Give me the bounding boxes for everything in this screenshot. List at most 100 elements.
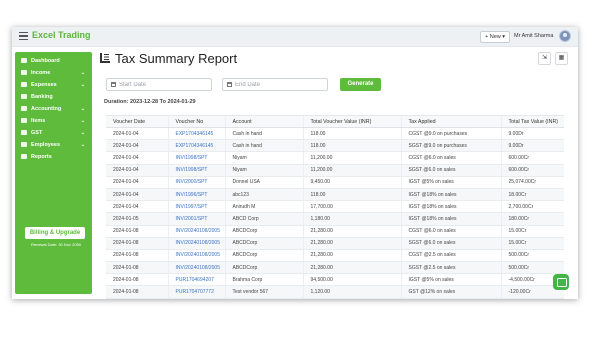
voucher-link[interactable]: INV/20240108/2005 xyxy=(167,237,225,250)
dashboard-icon xyxy=(21,58,27,64)
sidebar-item-dashboard[interactable]: Dashboard xyxy=(21,57,91,66)
voucher-link[interactable]: INV/1998/SPT xyxy=(167,164,225,177)
table-cell: CGST @6.0 on sales xyxy=(400,225,501,238)
table-cell: 118.00 xyxy=(302,188,401,202)
start-date-field[interactable] xyxy=(106,78,212,91)
voucher-link[interactable]: INV/1998/SPT xyxy=(167,151,225,165)
voucher-link[interactable]: INV/2001/SPT xyxy=(167,212,225,226)
new-button[interactable]: + New ▾ xyxy=(480,31,511,43)
table-cell: 2024-01-08 xyxy=(106,273,168,287)
income-icon xyxy=(21,70,27,76)
table-cell: 94,500.00 xyxy=(302,273,401,287)
end-date-field[interactable] xyxy=(222,78,328,91)
chevron-down-icon: ⌄ xyxy=(80,70,85,76)
voucher-link[interactable]: EXP1704346145 xyxy=(167,127,225,141)
table-cell: Cash in hand xyxy=(224,127,303,141)
table-cell: Niyam xyxy=(224,164,303,177)
billing-upgrade-button[interactable]: Billing & Upgrade xyxy=(25,227,85,239)
chevron-down-icon: ⌄ xyxy=(80,106,85,112)
table-cell: 2024-01-04 xyxy=(106,200,168,214)
table-cell: 21,280.00 xyxy=(302,237,401,250)
spreadsheet-icon[interactable]: ▦ xyxy=(555,52,568,65)
table-cell: Donnel USA xyxy=(224,176,303,189)
voucher-link[interactable]: INV/20240108/2005 xyxy=(167,261,225,275)
voucher-link[interactable]: INV/20240108/2005 xyxy=(167,225,225,238)
reports-icon xyxy=(21,154,27,160)
gst-icon xyxy=(21,130,27,136)
voucher-link[interactable]: INV/2000/SPT xyxy=(167,176,225,189)
column-header[interactable]: Total Voucher Value (INR) xyxy=(302,115,401,128)
column-header[interactable]: Voucher No xyxy=(167,115,225,128)
menu-icon[interactable] xyxy=(19,32,28,40)
table-cell: 9,450.00 xyxy=(302,176,401,189)
table-cell: 21,280.00 xyxy=(302,261,401,275)
app-window: Excel Trading + New ▾ Mr Amit Sharma Das… xyxy=(12,27,578,299)
voucher-link[interactable]: PUR1704694207 xyxy=(167,273,225,287)
bank-icon xyxy=(21,94,27,100)
voucher-link[interactable]: INV/20240108/2005 xyxy=(167,249,225,263)
calendar-icon xyxy=(227,82,232,87)
table-cell: ABCD Corp xyxy=(224,212,303,226)
voucher-link[interactable]: INV/1996/SPT xyxy=(167,188,225,202)
user-name[interactable]: Mr Amit Sharma xyxy=(514,33,553,39)
sidebar-item-expenses[interactable]: Expenses ⌄ xyxy=(21,81,91,90)
voucher-link[interactable]: EXP1704346145 xyxy=(167,139,225,153)
sidebar-item-banking[interactable]: Banking xyxy=(21,93,91,102)
table-cell: Brahma Corp xyxy=(224,273,303,287)
sidebar-item-accounting[interactable]: Accounting ⌄ xyxy=(21,105,91,114)
table-row: 2024-01-08 PUR1704707772 Test vendor 567 1,… xyxy=(106,285,564,299)
table-row: 2024-01-04 EXP1704346145 Cash in hand 118.0… xyxy=(106,127,564,141)
table-cell: 9.00Dr xyxy=(500,139,564,153)
sidebar-item-reports[interactable]: Reports xyxy=(21,153,91,162)
table-cell: 1,180.00 xyxy=(302,212,401,226)
sidebar-item-employees[interactable]: Employees ⌄ xyxy=(21,141,91,150)
report-icon xyxy=(100,53,110,63)
table-cell: CGST @9.0 on purchases xyxy=(400,127,501,141)
table-cell: 2024-01-08 xyxy=(106,285,168,299)
table-header-row: Voucher Date Voucher No Account Total Vo… xyxy=(106,115,564,128)
sidebar-item-gst[interactable]: GST ⌄ xyxy=(21,129,91,138)
table-cell: 11,200.00 xyxy=(302,164,401,177)
column-header[interactable]: Account xyxy=(224,115,303,128)
items-icon xyxy=(21,118,27,124)
employees-icon xyxy=(21,142,27,148)
table-cell: 15.00Cr xyxy=(500,225,564,238)
table-row: 2024-01-04 INV/1997/SPT Anirudh M 17,700.00… xyxy=(106,200,564,214)
chat-icon[interactable] xyxy=(553,274,569,290)
table-cell: Cash in hand xyxy=(224,139,303,153)
sidebar-item-items[interactable]: Items ⌄ xyxy=(21,117,91,126)
table-cell: ABCDCorp xyxy=(224,237,303,250)
column-header[interactable]: Voucher Date xyxy=(106,115,168,128)
table-row: 2024-01-04 INV/1998/SPT Niyam 11,200.00 CGST… xyxy=(106,151,564,165)
table-cell: abc123 xyxy=(224,188,303,202)
table-cell: 500.00Cr xyxy=(500,249,564,263)
table-cell: 2024-01-04 xyxy=(106,164,168,177)
sidebar-item-label: Employees xyxy=(31,142,61,148)
sidebar-item-label: Items xyxy=(31,118,46,124)
sidebar-item-label: Income xyxy=(31,70,51,76)
table-cell: 2024-01-04 xyxy=(106,139,168,153)
export-icon[interactable]: ⇲ xyxy=(538,52,551,65)
avatar[interactable] xyxy=(559,30,571,42)
column-header[interactable]: Total Tax Value (INR) xyxy=(500,115,564,128)
table-cell: 2024-01-08 xyxy=(106,249,168,263)
table-cell: SGST @9.0 on purchases xyxy=(400,139,501,153)
column-header[interactable]: Tax Applied xyxy=(400,115,501,128)
voucher-link[interactable]: PUR1704707772 xyxy=(167,285,225,299)
voucher-link[interactable]: INV/1997/SPT xyxy=(167,200,225,214)
calendar-icon xyxy=(111,82,116,87)
end-date-input[interactable] xyxy=(235,80,305,89)
table-cell: 15.00Cr xyxy=(500,237,564,250)
sidebar: Dashboard Income ⌄ Expenses ⌄ Banking Acco… xyxy=(15,52,92,294)
generate-button[interactable]: Generate xyxy=(340,78,381,91)
table-cell: IGST @18% on sales xyxy=(400,212,501,226)
table-row: 2024-01-08 INV/20240108/2005 ABCDCorp 21,28… xyxy=(106,249,564,263)
table-cell: 2024-01-08 xyxy=(106,237,168,250)
chevron-down-icon: ⌄ xyxy=(80,82,85,88)
table-row: 2024-01-04 INV/1998/SPT Niyam 11,200.00 SGST… xyxy=(106,164,564,177)
table-cell: 18.00Cr xyxy=(500,188,564,202)
table-cell: ABCDCorp xyxy=(224,225,303,238)
sidebar-item-income[interactable]: Income ⌄ xyxy=(21,69,91,78)
start-date-input[interactable] xyxy=(119,80,189,89)
table-cell: 2024-01-04 xyxy=(106,176,168,189)
